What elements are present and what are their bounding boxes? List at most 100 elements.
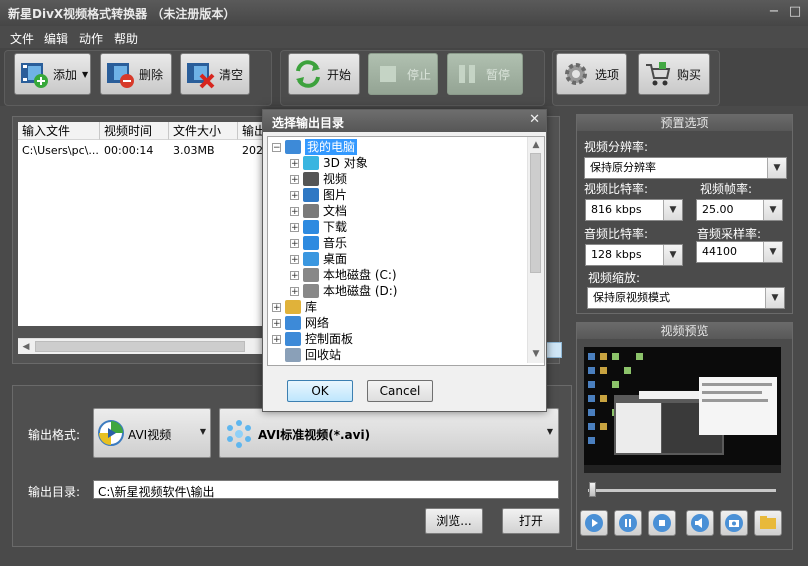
file-list-hscrollbar[interactable]: ◀ [18, 338, 264, 354]
file-list[interactable]: 输入文件 视频时间 文件大小 输出 C:\Users\pc\... 00:00:… [18, 122, 264, 326]
expand-icon[interactable]: + [290, 222, 299, 232]
documents-icon [303, 204, 319, 218]
tree-item[interactable]: + 图片 [290, 187, 347, 203]
volume-button[interactable] [686, 510, 714, 536]
output-profile-select[interactable]: AVI标准视频(*.avi) ▼ [219, 408, 559, 458]
framerate-select[interactable]: 25.00 ▼ [696, 199, 783, 221]
3d-objects-icon [303, 156, 319, 170]
expand-icon[interactable]: + [272, 334, 281, 344]
preview-pause-button[interactable] [614, 510, 642, 536]
output-profile-value: AVI标准视频(*.avi) [258, 428, 371, 442]
scale-value: 保持原视频模式 [593, 291, 670, 304]
maximize-button[interactable]: □ [785, 3, 805, 21]
expand-icon[interactable]: + [272, 318, 281, 328]
preview-slider-thumb[interactable] [589, 482, 596, 497]
resolution-select[interactable]: 保持原分辨率 ▼ [584, 157, 787, 179]
pause-button[interactable]: 暂停 [447, 53, 523, 95]
preview-stop-button[interactable] [648, 510, 676, 536]
clear-list-icon [187, 63, 215, 89]
tree-item[interactable]: + 视频 [290, 171, 347, 187]
buy-label: 购买 [677, 67, 702, 82]
options-button[interactable]: 选项 [556, 53, 627, 95]
column-input-file[interactable]: 输入文件 [18, 122, 100, 140]
tree-item[interactable]: − 我的电脑 [272, 139, 358, 155]
minimize-button[interactable]: − [764, 3, 784, 21]
shopping-cart-icon [646, 62, 671, 86]
open-folder-button[interactable] [754, 510, 782, 536]
folder-tree-vscrollbar[interactable]: ▲ ▼ [527, 137, 544, 363]
play-button[interactable] [580, 510, 608, 536]
expand-icon[interactable]: + [290, 190, 299, 200]
audio-bitrate-dropdown-icon: ▼ [663, 245, 682, 265]
hscroll-thumb[interactable] [35, 341, 245, 352]
preview-slider-track[interactable] [588, 489, 776, 492]
expand-icon[interactable]: + [290, 174, 299, 184]
scroll-up-icon[interactable]: ▲ [529, 138, 543, 152]
tree-item[interactable]: +回收站 [272, 347, 341, 363]
delete-button[interactable]: 删除 [100, 53, 172, 95]
menu-help[interactable]: 帮助 [114, 30, 138, 47]
column-output[interactable]: 输出 [238, 122, 264, 140]
stop-button[interactable]: 停止 [368, 53, 438, 95]
dialog-close-icon[interactable]: ✕ [529, 112, 540, 127]
expand-icon[interactable]: + [290, 206, 299, 216]
scroll-left-icon[interactable]: ◀ [19, 340, 33, 354]
tree-item-label: 音乐 [323, 236, 348, 250]
vscroll-thumb[interactable] [530, 153, 541, 273]
start-button[interactable]: 开始 [288, 53, 360, 95]
expand-icon[interactable]: + [290, 270, 299, 280]
expand-icon[interactable]: + [272, 302, 281, 312]
browse-button[interactable]: 浏览... [425, 508, 483, 534]
folder-tree[interactable]: − 我的电脑 +3D 对象 + 视频 + 图片 + 文档 + 下载 + 音乐 + 桌面 + 本地磁盘 (C:) +… [267, 136, 545, 366]
add-button[interactable]: 添加 ▼ [14, 53, 91, 95]
tree-item[interactable]: + 下载 [290, 219, 347, 235]
audio-bitrate-value: 128 kbps [591, 248, 642, 261]
scroll-down-icon[interactable]: ▼ [529, 347, 543, 361]
menu-edit[interactable]: 编辑 [44, 30, 68, 47]
format-dropdown-icon: ▼ [199, 427, 206, 436]
expand-icon[interactable]: + [290, 238, 299, 248]
tree-item[interactable]: + 音乐 [290, 235, 347, 251]
tree-item[interactable]: + 本地磁盘 (C:) [290, 267, 397, 283]
add-dropdown-icon[interactable]: ▼ [82, 70, 88, 79]
cancel-button[interactable]: Cancel [367, 380, 433, 402]
samplerate-select[interactable]: 44100 ▼ [696, 241, 783, 263]
output-dir-input[interactable]: C:\新星视频软件\输出 [93, 480, 559, 499]
tree-item-label: 视频 [323, 172, 348, 186]
tree-item[interactable]: +3D 对象 [290, 155, 368, 171]
scale-label: 视频缩放: [588, 271, 641, 285]
menu-file[interactable]: 文件 [10, 30, 34, 47]
clear-button[interactable]: 清空 [180, 53, 250, 95]
stop-label: 停止 [407, 67, 432, 82]
scale-select[interactable]: 保持原视频模式 ▼ [587, 287, 785, 309]
output-format-label: 输出格式: [28, 428, 81, 442]
tree-item[interactable]: + 网络 [272, 315, 329, 331]
menu-action[interactable]: 动作 [79, 30, 103, 47]
file-list-side-icon[interactable] [546, 342, 562, 358]
video-bitrate-select[interactable]: 816 kbps ▼ [585, 199, 683, 221]
column-file-size[interactable]: 文件大小 [169, 122, 238, 140]
preview-thumbnail [584, 347, 781, 473]
audio-bitrate-select[interactable]: 128 kbps ▼ [585, 244, 683, 266]
tree-item[interactable]: + 库 [272, 299, 317, 315]
tree-item[interactable]: + 本地磁盘 (D:) [290, 283, 397, 299]
tree-item[interactable]: + 控制面板 [272, 331, 353, 347]
play-icon [585, 514, 603, 532]
collapse-icon[interactable]: − [272, 142, 281, 152]
tree-item[interactable]: + 桌面 [290, 251, 347, 267]
dialog-title-bar[interactable]: 选择输出目录 ✕ [263, 110, 546, 132]
expand-icon[interactable]: + [290, 254, 299, 264]
recycle-bin-icon [285, 348, 301, 362]
tree-item[interactable]: + 文档 [290, 203, 347, 219]
add-video-icon [21, 63, 48, 88]
expand-icon[interactable]: + [290, 158, 299, 168]
ok-button[interactable]: OK [287, 380, 353, 402]
column-video-time[interactable]: 视频时间 [100, 122, 169, 140]
output-format-select[interactable]: AVI视频 ▼ [93, 408, 211, 458]
folder-icon [760, 516, 776, 529]
open-button[interactable]: 打开 [502, 508, 560, 534]
snapshot-button[interactable] [720, 510, 748, 536]
buy-button[interactable]: 购买 [638, 53, 710, 95]
expand-icon[interactable]: + [290, 286, 299, 296]
video-preview-header: 视频预览 [577, 323, 792, 339]
